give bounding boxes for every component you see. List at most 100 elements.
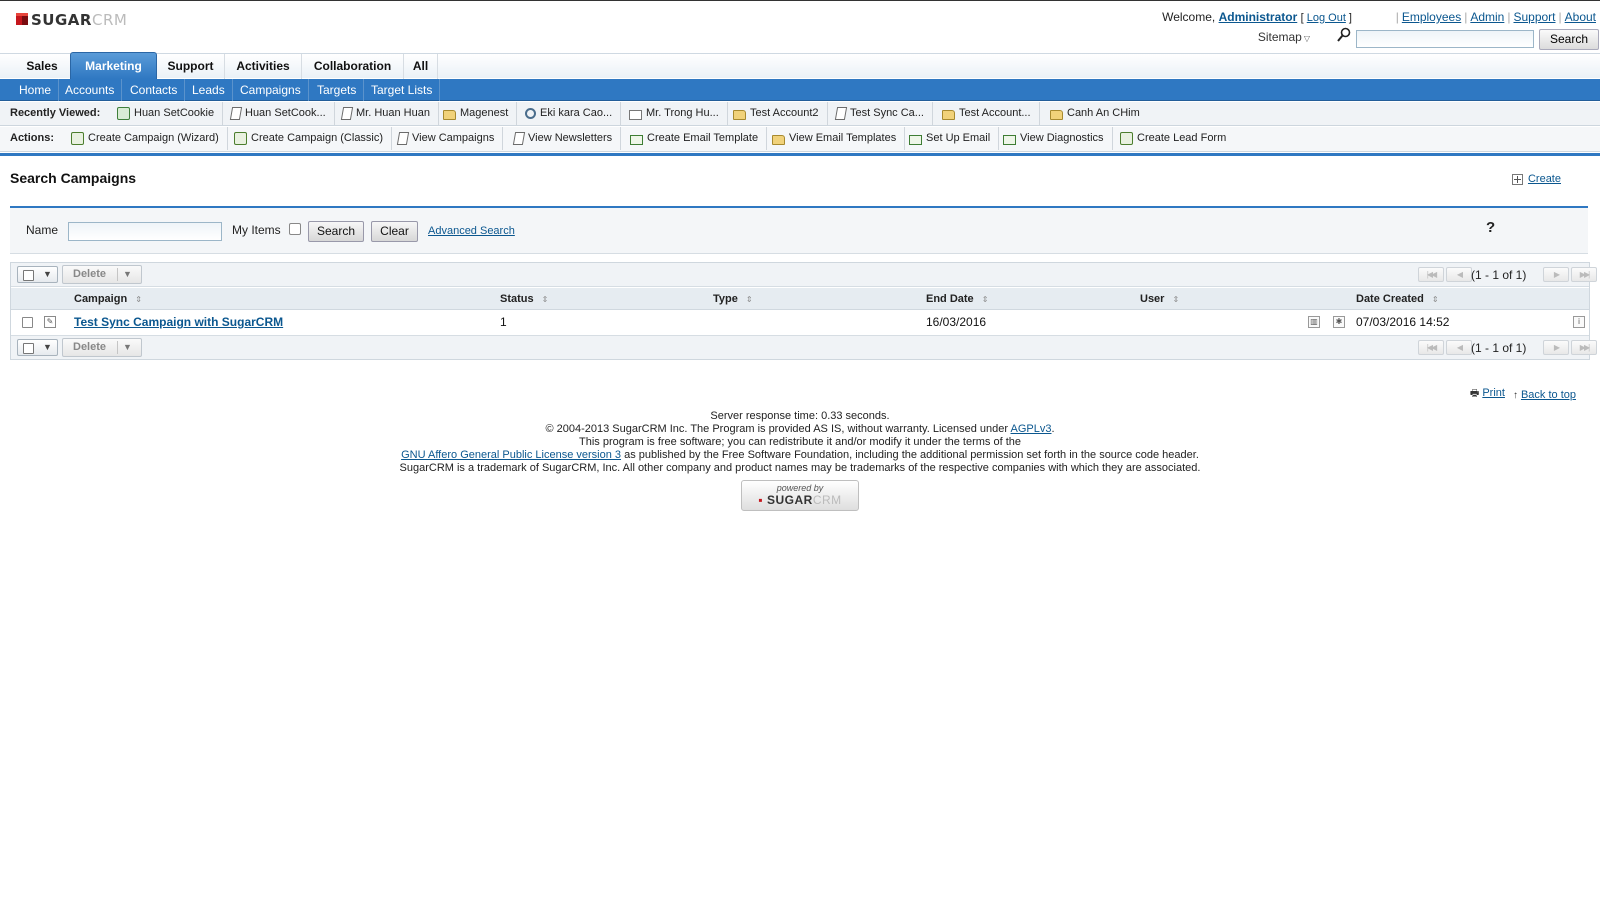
previous-page-button[interactable]: ◀ — [1446, 340, 1472, 355]
first-page-button[interactable]: |◀◀ — [1418, 340, 1444, 355]
subtab-home[interactable]: Home — [12, 79, 60, 101]
tab-sales[interactable]: Sales — [14, 54, 71, 79]
recent-item[interactable]: Huan SetCook... — [229, 102, 335, 125]
subtab-contacts[interactable]: Contacts — [123, 79, 186, 101]
column-header-end-date[interactable]: End Date ⇕ — [926, 288, 989, 311]
help-icon[interactable]: ? — [1486, 219, 1495, 236]
select-all-checkbox[interactable] — [23, 343, 34, 354]
print-link[interactable]: Print — [1482, 387, 1505, 399]
recent-item[interactable]: Mr. Trong Hu... — [629, 102, 728, 125]
employees-link[interactable]: Employees — [1402, 10, 1461, 24]
current-user-link[interactable]: Administrator — [1219, 10, 1298, 24]
name-search-input[interactable] — [68, 222, 222, 241]
action-create-lead-form[interactable]: Create Lead Form — [1120, 127, 1234, 150]
delete-button[interactable]: Delete ▼ — [62, 265, 142, 284]
sitemap-menu[interactable]: Sitemap ▽ — [1258, 30, 1310, 44]
admin-link[interactable]: Admin — [1470, 10, 1504, 24]
action-view-email-templates[interactable]: View Email Templates — [772, 127, 906, 150]
action-create-campaign-classic[interactable]: Create Campaign (Classic) — [234, 127, 393, 150]
action-view-newsletters[interactable]: View Newsletters — [512, 127, 622, 150]
edit-icon[interactable]: ✎ — [44, 316, 56, 328]
subtab-campaigns[interactable]: Campaigns — [233, 79, 309, 101]
recent-item[interactable]: Test Account... — [942, 102, 1040, 125]
tab-activities[interactable]: Activities — [225, 54, 302, 79]
table-row: ✎ Test Sync Campaign with SugarCRM 1 16/… — [11, 311, 1589, 334]
recent-item[interactable]: Magenest — [443, 102, 518, 125]
column-header-type[interactable]: Type ⇕ — [713, 288, 753, 311]
sugarcrm-cube-icon: ▪ — [758, 493, 764, 507]
next-page-button[interactable]: ▶ — [1543, 340, 1569, 355]
tab-support[interactable]: Support — [157, 54, 225, 79]
create-link[interactable]: Create — [1528, 173, 1561, 185]
sugarcrm-logo[interactable]: SUGARCRM — [16, 11, 127, 29]
campaign-status-icon[interactable]: ✱ — [1333, 316, 1345, 328]
my-items-checkbox[interactable] — [289, 223, 301, 235]
tab-all[interactable]: All — [404, 54, 438, 79]
about-link[interactable]: About — [1565, 10, 1596, 24]
recent-item[interactable]: Mr. Huan Huan — [340, 102, 439, 125]
row-checkbox[interactable] — [22, 317, 33, 328]
subtab-leads[interactable]: Leads — [185, 79, 233, 101]
column-header-campaign[interactable]: Campaign ⇕ — [74, 288, 142, 311]
action-view-campaigns[interactable]: View Campaigns — [396, 127, 504, 150]
action-label: View Email Templates — [789, 132, 897, 144]
previous-page-button[interactable]: ◀ — [1446, 267, 1472, 282]
action-create-email-template[interactable]: Create Email Template — [630, 127, 768, 150]
action-set-up-email[interactable]: Set Up Email — [909, 127, 1000, 150]
select-all-dropdown[interactable]: ▼ — [17, 266, 58, 283]
trademark-text: SugarCRM is a trademark of SugarCRM, Inc… — [399, 462, 1201, 474]
agpl-link[interactable]: AGPLv3 — [1011, 423, 1052, 435]
next-page-button[interactable]: ▶ — [1543, 267, 1569, 282]
action-create-campaign-wizard[interactable]: Create Campaign (Wizard) — [71, 127, 228, 150]
printer-icon: 🖶 — [1469, 388, 1480, 399]
recent-item[interactable]: Canh An CHim — [1050, 102, 1148, 125]
select-all-checkbox[interactable] — [23, 270, 34, 281]
tab-marketing[interactable]: Marketing — [70, 52, 157, 79]
support-link[interactable]: Support — [1513, 10, 1555, 24]
clear-button[interactable]: Clear — [371, 221, 418, 242]
advanced-search-link[interactable]: Advanced Search — [428, 225, 515, 237]
column-header-status[interactable]: Status ⇕ — [500, 288, 548, 311]
tab-collaboration[interactable]: Collaboration — [302, 54, 404, 79]
recent-item[interactable]: Huan SetCookie — [117, 102, 224, 125]
sort-icon: ⇕ — [981, 295, 989, 304]
subtab-accounts[interactable]: Accounts — [58, 79, 123, 101]
action-label: Set Up Email — [926, 132, 991, 144]
last-page-button[interactable]: ▶▶| — [1571, 267, 1597, 282]
info-icon[interactable]: i — [1573, 316, 1585, 328]
folder-icon — [1050, 109, 1063, 120]
campaign-name-link[interactable]: Test Sync Campaign with SugarCRM — [74, 315, 283, 329]
logout-link[interactable]: Log Out — [1307, 12, 1346, 24]
back-to-top-link[interactable]: Back to top — [1521, 389, 1576, 401]
global-search-button[interactable]: Search — [1539, 29, 1599, 50]
subtab-target-lists[interactable]: Target Lists — [364, 79, 441, 101]
column-header-date-created[interactable]: Date Created ⇕ — [1356, 288, 1439, 311]
first-page-button[interactable]: |◀◀ — [1418, 267, 1444, 282]
column-label: Campaign — [74, 293, 128, 305]
global-search-input[interactable] — [1356, 30, 1534, 48]
column-header-user[interactable]: User ⇕ — [1140, 288, 1179, 311]
recent-item[interactable]: Test Sync Ca... — [834, 102, 933, 125]
create-button[interactable]: Create — [1511, 173, 1561, 185]
delete-label: Delete — [73, 341, 107, 353]
delete-button[interactable]: Delete ▼ — [62, 338, 142, 357]
recent-item-label: Test Sync Ca... — [850, 107, 924, 119]
module-subtab-bar: Home Accounts Contacts Leads Campaigns T… — [0, 79, 1600, 101]
email-setup-icon — [909, 134, 922, 145]
gnu-license-link[interactable]: GNU Affero General Public License versio… — [401, 449, 621, 461]
select-all-dropdown[interactable]: ▼ — [17, 339, 58, 356]
recent-item[interactable]: Test Account2 — [733, 102, 828, 125]
action-label: Create Campaign (Classic) — [251, 132, 384, 144]
powered-by-sugarcrm-badge[interactable]: powered by ▪ SUGARCRM — [741, 480, 859, 511]
campaign-wizard-icon — [71, 132, 84, 145]
recent-item[interactable]: Eki kara Cao... — [525, 102, 622, 125]
search-button[interactable]: Search — [308, 221, 364, 242]
action-view-diagnostics[interactable]: View Diagnostics — [1003, 127, 1113, 150]
subtab-targets[interactable]: Targets — [310, 79, 365, 101]
table-header: Campaign ⇕ Status ⇕ Type ⇕ End Date ⇕ User ⇕ … — [11, 288, 1589, 310]
last-page-button[interactable]: ▶▶| — [1571, 340, 1597, 355]
chart-icon[interactable]: ▥ — [1308, 316, 1320, 328]
chevron-down-icon: ▼ — [43, 269, 52, 279]
action-label: View Campaigns — [412, 132, 495, 144]
money-icon — [117, 107, 130, 120]
